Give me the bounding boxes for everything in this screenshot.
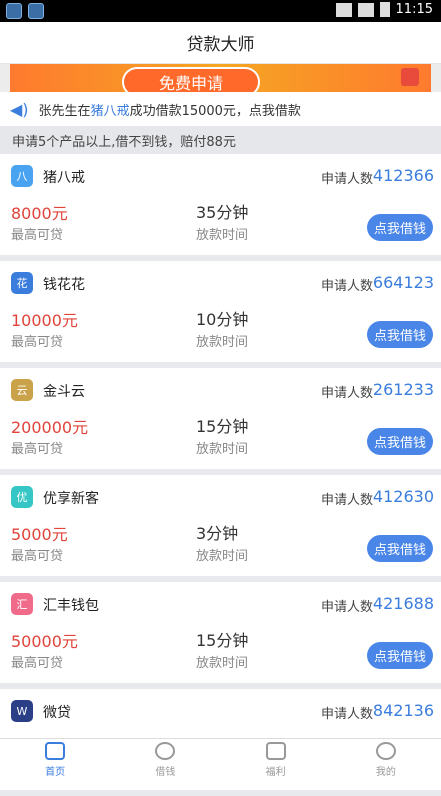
apply-count: 664123	[372, 273, 434, 292]
promo-text: 申请5个产品以上,借不到钱，赔付88元	[0, 126, 441, 154]
borrow-button[interactable]: 点我借钱	[367, 321, 433, 348]
product-logo-icon: 汇	[11, 593, 33, 615]
product-logo-icon: W	[11, 700, 33, 722]
max-amount-label: 最高可贷	[11, 549, 64, 564]
borrow-button[interactable]: 点我借钱	[367, 214, 433, 241]
title-bar: 贷款大师	[0, 22, 441, 64]
apply-count-label: 申请人数	[320, 493, 373, 508]
product-name: 汇丰钱包	[43, 598, 99, 614]
max-amount: 200000元	[11, 418, 89, 437]
loan-time: 10分钟	[196, 310, 249, 329]
borrow-button[interactable]: 点我借钱	[367, 535, 433, 562]
product-logo-icon: 花	[11, 272, 33, 294]
borrow-button[interactable]: 点我借钱	[367, 642, 433, 669]
max-amount-label: 最高可贷	[11, 335, 64, 350]
signal-icon	[357, 2, 374, 17]
loan-time: 35分钟	[196, 203, 249, 222]
tab-label: 我的	[375, 767, 396, 778]
tab-user[interactable]: 我的	[331, 739, 441, 781]
product-name: 猪八戒	[43, 170, 85, 186]
product-name: 优享新客	[43, 491, 99, 507]
apply-count: 412630	[372, 487, 434, 506]
notice-suffix: 成功借款15000元，点我借款	[129, 103, 301, 119]
tab-dollar[interactable]: 借钱	[110, 739, 220, 781]
loan-time-label: 放款时间	[196, 335, 249, 350]
speaker-icon: ◀︎)	[10, 99, 29, 119]
loan-time-label: 放款时间	[196, 228, 249, 243]
store-icon	[45, 742, 66, 760]
banner-decoration	[401, 68, 419, 86]
max-amount-label: 最高可贷	[11, 228, 64, 243]
tab-label: 借钱	[155, 767, 176, 778]
notice-prefix: 张先生在	[38, 103, 91, 119]
app-notification-icon	[6, 3, 22, 19]
loan-time: 15分钟	[196, 631, 249, 650]
max-amount: 8000元	[11, 204, 68, 223]
apply-count: 412366	[372, 166, 434, 185]
user-icon	[375, 742, 396, 760]
max-amount: 50000元	[11, 632, 78, 651]
apply-count-label: 申请人数	[320, 172, 373, 187]
battery-icon	[379, 2, 390, 17]
product-card[interactable]: 八猪八戒 申请人数 412366 8000元最高可贷 35分钟放款时间 点我借钱	[0, 154, 441, 261]
product-list: 八猪八戒 申请人数 412366 8000元 最高可贷 35分钟 放款时间 点我借钱花钱花花申…	[0, 154, 441, 796]
product-name: 金斗云	[43, 384, 85, 400]
apply-count-label: 申请人数	[320, 600, 373, 615]
apply-count-label: 申请人数	[320, 707, 373, 722]
status-bar: 11:15	[0, 0, 441, 22]
product-card[interactable]: 云金斗云 申请人数 261233 200000元最高可贷 15分钟放款时间 点我借钱	[0, 368, 441, 475]
promo-banner[interactable]: 免费申请	[10, 64, 431, 92]
dollar-icon	[155, 742, 176, 760]
notice-highlight: 猪八戒	[90, 103, 130, 119]
free-apply-button[interactable]: 免费申请	[122, 67, 260, 92]
product-card[interactable]: 优优享新客 申请人数 412630 5000元最高可贷 3分钟放款时间 点我借钱	[0, 475, 441, 582]
page-title: 贷款大师	[186, 35, 255, 55]
product-name: 微贷	[43, 705, 71, 721]
product-logo-icon: 八	[11, 165, 33, 187]
wifi-icon	[335, 2, 352, 17]
apply-count-label: 申请人数	[320, 279, 373, 294]
loan-time: 15分钟	[196, 417, 249, 436]
status-time: 11:15	[395, 2, 433, 17]
product-card[interactable]: 汇汇丰钱包 申请人数 421688 50000元最高可贷 15分钟放款时间 点我借钱	[0, 582, 441, 689]
gift-icon	[265, 742, 286, 760]
apply-count-label: 申请人数	[320, 386, 373, 401]
tab-label: 首页	[45, 767, 66, 778]
max-amount-label: 最高可贷	[11, 442, 64, 457]
loan-time: 3分钟	[196, 524, 239, 543]
tab-store[interactable]: 首页	[0, 739, 110, 781]
notice-bar[interactable]: ◀︎) 张先生在 猪八戒 成功借款15000元，点我借款	[0, 92, 441, 126]
max-amount: 5000元	[11, 525, 68, 544]
loan-time-label: 放款时间	[196, 442, 249, 457]
loan-time-label: 放款时间	[196, 656, 249, 671]
max-amount-label: 最高可贷	[11, 656, 64, 671]
product-card[interactable]: 花钱花花 申请人数 664123 10000元最高可贷 10分钟放款时间 点我借钱	[0, 261, 441, 368]
borrow-button[interactable]: 点我借钱	[367, 428, 433, 455]
product-logo-icon: 云	[11, 379, 33, 401]
product-logo-icon: 优	[11, 486, 33, 508]
tab-gift[interactable]: 福利	[221, 739, 331, 781]
tab-bar: 首页 借钱 福利 我的	[0, 738, 441, 781]
max-amount: 10000元	[11, 311, 78, 330]
product-name: 钱花花	[43, 277, 85, 293]
apply-count: 842136	[372, 701, 434, 720]
tab-label: 福利	[265, 767, 286, 778]
loan-time-label: 放款时间	[196, 549, 249, 564]
app-notification-icon	[28, 3, 44, 19]
apply-count: 261233	[372, 380, 434, 399]
apply-count: 421688	[372, 594, 434, 613]
